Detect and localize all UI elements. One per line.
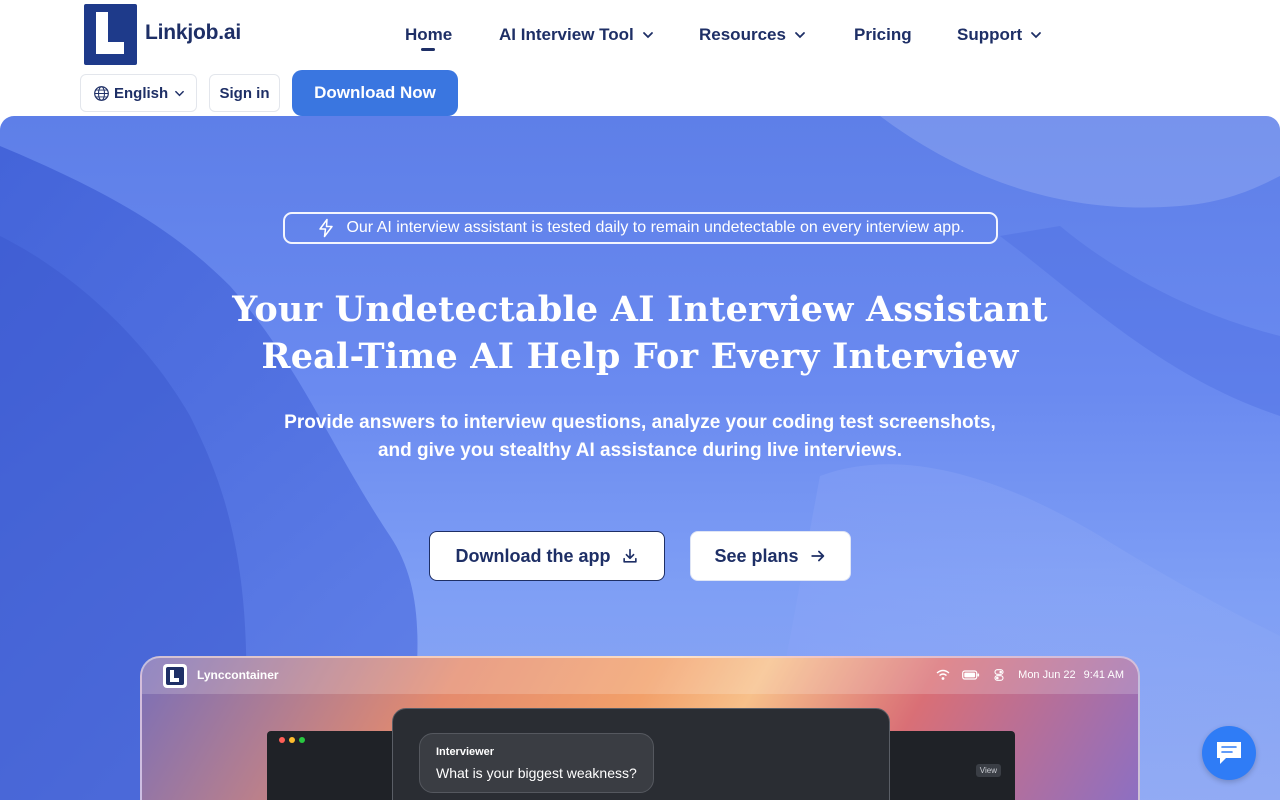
bubble-speaker: Interviewer — [436, 746, 495, 758]
chevron-down-icon — [1031, 32, 1042, 39]
download-app-label: Download the app — [455, 545, 611, 566]
nav-item-label: Pricing — [854, 25, 912, 44]
notice-text: Our AI interview assistant is tested dai… — [346, 219, 965, 236]
hero-title: Your Undetectable AI Interview Assistant… — [0, 286, 1280, 380]
download-now-button[interactable]: Download Now — [292, 70, 458, 116]
language-label: English — [114, 84, 169, 102]
chevron-down-icon — [795, 32, 805, 39]
nav-item-label: AI Interview Tool — [499, 25, 634, 44]
app-preview-mockup: Lynccontainer Mon Jun 22 9:41 AM Intervi… — [140, 656, 1140, 800]
interviewer-message-bubble: Interviewer What is your biggest weaknes… — [419, 733, 654, 793]
mockup-app-name: Lynccontainer — [197, 668, 279, 682]
sign-in-button[interactable]: Sign in — [209, 74, 280, 112]
see-plans-label: See plans — [714, 545, 799, 566]
bolt-icon — [319, 218, 334, 238]
undetectable-notice-banner: Our AI interview assistant is tested dai… — [283, 212, 998, 244]
nav-active-indicator — [421, 48, 435, 51]
site-header: Linkjob.ai Home AI Interview Tool Resour… — [0, 0, 1280, 116]
nav-item-label: Resources — [699, 25, 786, 44]
mockup-date: Mon Jun 22 — [1018, 669, 1076, 681]
nav-item-support[interactable]: Support — [957, 22, 1042, 48]
wifi-icon — [936, 669, 950, 680]
language-selector[interactable]: English — [80, 74, 197, 112]
main-nav: Home AI Interview Tool Resources Pricing… — [0, 22, 1280, 48]
mockup-status-area: Mon Jun 22 9:41 AM — [936, 669, 1124, 681]
hero-section: Our AI interview assistant is tested dai… — [0, 116, 1280, 800]
nav-item-ai-interview-tool[interactable]: AI Interview Tool — [499, 22, 654, 48]
control-center-icon — [994, 669, 1004, 681]
arrow-right-icon — [810, 550, 824, 562]
hero-title-line-1: Your Undetectable AI Interview Assistant — [232, 289, 1048, 330]
live-chat-button[interactable] — [1202, 726, 1256, 780]
view-toggle: View — [975, 764, 1001, 777]
hero-title-line-2: Real-Time AI Help For Every Interview — [261, 336, 1019, 377]
download-icon — [622, 548, 637, 563]
mockup-app-logo-icon — [163, 664, 187, 688]
mockup-time: 9:41 AM — [1083, 669, 1124, 681]
bubble-message: What is your biggest weakness? — [436, 765, 637, 781]
mockup-menu-bar: Lynccontainer Mon Jun 22 9:41 AM — [142, 658, 1138, 694]
chevron-down-icon — [175, 90, 185, 96]
see-plans-button[interactable]: See plans — [690, 531, 851, 581]
nav-item-home[interactable]: Home — [405, 22, 452, 48]
hero-subtitle: Provide answers to interview questions, … — [284, 412, 996, 461]
battery-icon — [962, 670, 980, 680]
nav-item-pricing[interactable]: Pricing — [854, 22, 912, 48]
chat-icon — [1217, 742, 1241, 764]
download-app-button[interactable]: Download the app — [429, 531, 665, 581]
chevron-down-icon — [642, 32, 653, 39]
nav-item-resources[interactable]: Resources — [699, 22, 806, 48]
nav-item-label: Home — [405, 25, 453, 44]
globe-icon — [94, 85, 109, 101]
nav-item-label: Support — [957, 25, 1023, 44]
